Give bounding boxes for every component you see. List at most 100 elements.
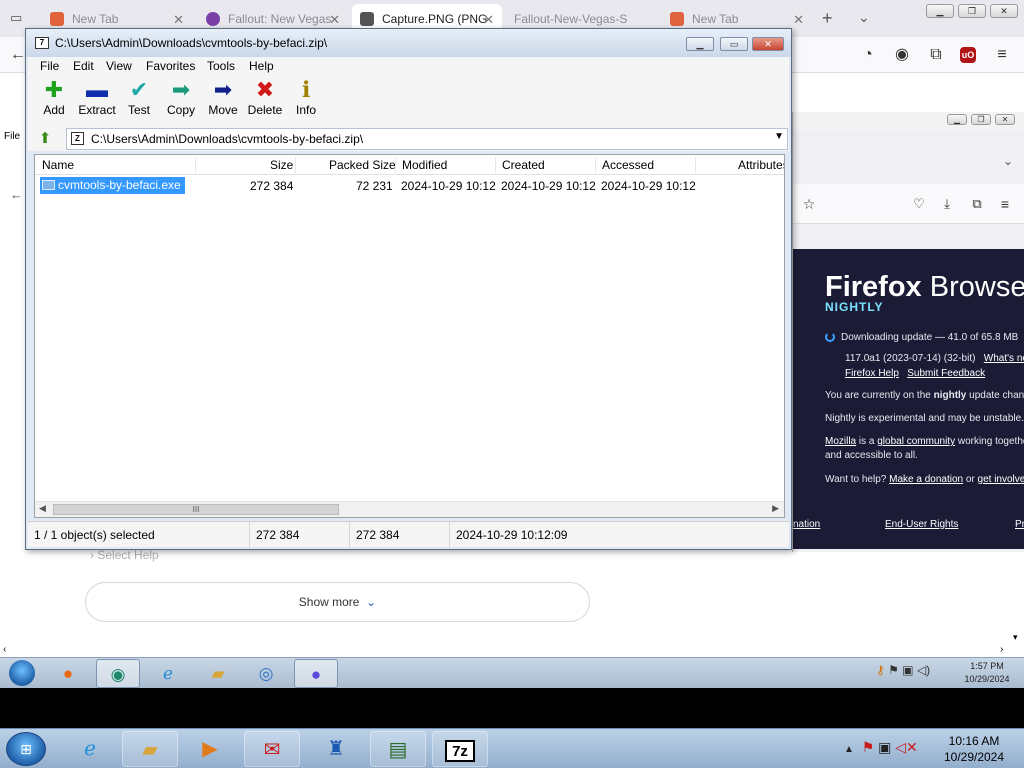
chrome-taskbar-icon[interactable]: ◎ [244, 659, 288, 688]
horizontal-scrollbar[interactable]: ◀ III ▶ [35, 501, 784, 517]
scrollbar-thumb[interactable]: III [53, 504, 339, 515]
network-icon[interactable]: ▣ [878, 739, 891, 755]
terminal-app-taskbar-icon[interactable]: ▤ [370, 731, 426, 767]
menu-favorites[interactable]: Favorites [146, 59, 195, 73]
network-app-taskbar-icon[interactable]: ♜ [308, 731, 364, 767]
bookmark-star-icon[interactable]: ☆ [799, 194, 819, 214]
flag-icon[interactable]: ⚑ [888, 663, 899, 677]
menu-file[interactable]: File [40, 59, 59, 73]
7zip-taskbar-button[interactable]: 7z [432, 731, 488, 767]
scroll-left-icon[interactable]: ‹ [3, 644, 6, 655]
close-tab-icon[interactable]: ✕ [483, 12, 494, 28]
minus-icon: ▬ [86, 77, 108, 102]
file-explorer-taskbar-icon[interactable]: ▰ [122, 731, 178, 767]
hamburger-menu-icon[interactable]: ≡ [992, 45, 1012, 65]
test-button[interactable]: ✔ Test [115, 77, 163, 125]
column-size[interactable]: Size [270, 158, 293, 172]
pocket-icon[interactable]: ♡ [909, 194, 929, 214]
download-icon[interactable]: ⤓ [937, 194, 957, 214]
column-name[interactable]: Name [42, 158, 74, 172]
extensions-puzzle-icon[interactable]: ⧉ [926, 45, 946, 65]
internet-explorer-taskbar-icon[interactable]: ℯ [62, 731, 118, 767]
scroll-down-icon[interactable]: ▾ [1013, 632, 1018, 643]
new-tab-plus-icon[interactable]: + [822, 8, 833, 29]
firefox-nightly-taskbar-icon[interactable]: ● [294, 659, 338, 688]
menu-view[interactable]: View [106, 59, 132, 73]
add-button[interactable]: ✚ Add [30, 77, 78, 125]
system-clock[interactable]: 10:16 AM 10/29/2024 [935, 733, 1013, 765]
file-explorer-taskbar-icon[interactable]: ▰ [196, 659, 240, 688]
column-accessed[interactable]: Accessed [602, 158, 654, 172]
ublock-origin-icon[interactable]: uO [960, 47, 976, 63]
menu-edit[interactable]: Edit [73, 59, 94, 73]
start-orb-icon[interactable] [0, 659, 44, 688]
global-community-link[interactable]: global community [877, 436, 955, 447]
media-player-taskbar-icon[interactable]: ▶ [182, 731, 238, 767]
browser-minimize-button[interactable]: ▁ [926, 4, 954, 18]
dropdown-arrow-icon[interactable]: ▼ [774, 131, 784, 142]
7zip-titlebar[interactable]: 7 C:\Users\Admin\Downloads\cvmtools-by-b… [26, 29, 791, 57]
scroll-right-icon[interactable]: › [1000, 644, 1003, 655]
page-horizontal-scrollbar[interactable]: ‹ › ▾ [0, 632, 1024, 657]
column-packed-size[interactable]: Packed Size [329, 158, 396, 172]
list-all-tabs-chevron-icon[interactable]: ⌄ [858, 9, 870, 26]
volume-muted-icon[interactable]: ◁✕ [895, 739, 918, 755]
close-button[interactable]: ✕ [752, 37, 784, 51]
column-modified[interactable]: Modified [402, 158, 447, 172]
move-button[interactable]: ➡ Move [199, 77, 247, 125]
action-center-flag-icon[interactable]: ⚑ [862, 739, 875, 755]
start-button[interactable]: ⊞ [6, 732, 46, 766]
privacy-link[interactable]: Pr [1015, 519, 1024, 530]
folder-up-icon[interactable]: ⬆ [36, 130, 54, 148]
close-tab-icon[interactable]: ✕ [173, 12, 184, 28]
get-involved-link[interactable]: get involved! [978, 474, 1024, 485]
scroll-left-icon[interactable]: ◀ [39, 503, 46, 514]
chevron-down-icon[interactable]: ⌄ [1003, 154, 1013, 168]
account-icon[interactable]: ◉ [892, 45, 912, 65]
update-status-text: Downloading update — 41.0 of 65.8 MB [841, 332, 1019, 343]
minimize-button[interactable]: ▁ [686, 37, 714, 51]
firefox-help-link[interactable]: Firefox Help [845, 368, 899, 379]
submit-feedback-link[interactable]: Submit Feedback [907, 368, 985, 379]
footer-licensing-link[interactable]: nation [793, 519, 820, 530]
hamburger-menu-icon[interactable]: ≡ [995, 194, 1015, 214]
path-combobox[interactable]: Z C:\Users\Admin\Downloads\cvmtools-by-b… [66, 128, 788, 150]
extensions-puzzle-icon[interactable]: ⧉ [967, 194, 987, 214]
end-user-rights-link[interactable]: End-User Rights [885, 519, 958, 530]
red-app-taskbar-icon[interactable]: ✉ [244, 731, 300, 767]
volume-icon[interactable]: ◁) [917, 663, 930, 677]
donation-link[interactable]: Make a donation [889, 474, 963, 485]
firefox-taskbar-icon[interactable]: ● [46, 659, 90, 688]
scroll-right-icon[interactable]: ▶ [772, 503, 779, 514]
show-more-button[interactable]: Show more ⌄ [85, 582, 590, 622]
column-attributes[interactable]: Attributes [738, 158, 784, 172]
browser-maximize-button[interactable]: ❐ [958, 4, 986, 18]
network-icon[interactable]: ▣ [902, 663, 913, 677]
inner-minimize-button[interactable]: ▁ [947, 114, 967, 125]
help-links: Firefox Help Submit Feedback [845, 368, 985, 379]
browser-close-button[interactable]: ✕ [990, 4, 1018, 18]
column-created[interactable]: Created [502, 158, 545, 172]
extract-button[interactable]: ▬ Extract [73, 77, 121, 125]
whats-new-link[interactable]: What's new [984, 353, 1024, 364]
tab-overview-icon[interactable]: ▭ [10, 10, 22, 26]
status-bar: 1 / 1 object(s) selected 272 384 272 384… [28, 521, 789, 548]
cloud-app-taskbar-icon[interactable]: ◉ [96, 659, 140, 688]
nested-clock[interactable]: 1:57 PM 10/29/2024 [952, 660, 1022, 686]
info-button[interactable]: ℹ Info [282, 77, 330, 125]
file-name-cell[interactable]: cvmtools-by-befaci.exe [40, 177, 185, 194]
key-icon[interactable]: ⚷ [876, 663, 885, 677]
menu-tools[interactable]: Tools [207, 59, 235, 73]
inner-maximize-button[interactable]: ❐ [971, 114, 991, 125]
show-hidden-icons-chevron-icon[interactable]: ▲ [844, 744, 854, 755]
internet-explorer-taskbar-icon[interactable]: ℯ [146, 659, 190, 688]
close-tab-icon[interactable]: ✕ [329, 12, 340, 28]
maximize-button[interactable]: ▭ [720, 37, 748, 51]
copy-button[interactable]: ➡ Copy [157, 77, 205, 125]
mozilla-link[interactable]: Mozilla [825, 436, 856, 447]
close-tab-icon[interactable]: ✕ [793, 12, 804, 28]
inner-close-button[interactable]: ✕ [995, 114, 1015, 125]
pocket-timer-icon[interactable]: ◔ [858, 45, 878, 65]
menu-help[interactable]: Help [249, 59, 274, 73]
table-row[interactable]: cvmtools-by-befaci.exe 272 384 72 231 20… [35, 177, 784, 195]
